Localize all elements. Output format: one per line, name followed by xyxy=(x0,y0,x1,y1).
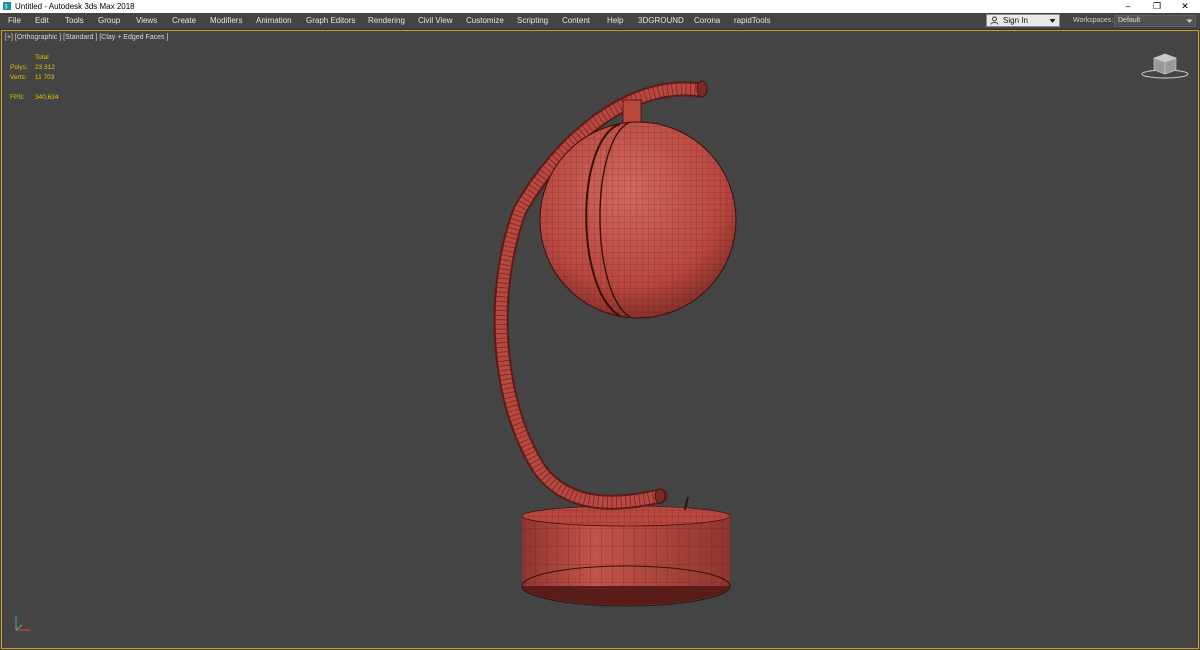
lamp-base[interactable] xyxy=(521,496,731,607)
workspaces-label: Workspaces: xyxy=(1073,17,1114,24)
menu-3dground[interactable]: 3DGROUND xyxy=(638,13,684,29)
stats-fps-label: FPS: xyxy=(10,94,25,101)
window-title: Untitled - Autodesk 3ds Max 2018 xyxy=(15,2,135,11)
menu-customize[interactable]: Customize xyxy=(466,13,504,29)
menu-rendering[interactable]: Rendering xyxy=(368,13,405,29)
menu-animation[interactable]: Animation xyxy=(256,13,292,29)
stats-verts-value: 11 703 xyxy=(35,74,55,81)
stats-polys-label: Polys: xyxy=(10,64,28,71)
sign-in-dropdown[interactable]: Sign In xyxy=(986,14,1060,27)
menu-help[interactable]: Help xyxy=(607,13,623,29)
axis-tripod-icon xyxy=(15,616,30,631)
menu-edit[interactable]: Edit xyxy=(35,13,49,29)
menu-rapidtools[interactable]: rapidTools xyxy=(734,13,770,29)
menu-corona[interactable]: Corona xyxy=(694,13,720,29)
stats-total-label: Total xyxy=(35,54,49,61)
stats-verts-label: Verts: xyxy=(10,74,27,81)
close-button[interactable]: ✕ xyxy=(1170,0,1200,13)
chevron-down-icon xyxy=(1049,19,1056,23)
lamp-shade[interactable] xyxy=(539,121,737,319)
lamp-model[interactable] xyxy=(480,60,760,620)
3ds-max-logo-icon: 3 xyxy=(3,2,11,10)
workspaces-select[interactable]: Default xyxy=(1114,15,1196,27)
viewcube-icon[interactable] xyxy=(1140,50,1190,80)
viewport-label-menu[interactable]: [+] [Orthographic ] [Standard ] [Clay + … xyxy=(5,34,168,41)
menu-content[interactable]: Content xyxy=(562,13,590,29)
menu-group[interactable]: Group xyxy=(98,13,120,29)
menu-graph-editors[interactable]: Graph Editors xyxy=(306,13,355,29)
stats-polys-value: 23 312 xyxy=(35,64,55,71)
workspaces-value: Default xyxy=(1118,17,1141,24)
menu-modifiers[interactable]: Modifiers xyxy=(210,13,242,29)
sign-in-label: Sign In xyxy=(1003,16,1028,25)
menu-civil-view[interactable]: Civil View xyxy=(418,13,453,29)
menu-file[interactable]: File xyxy=(8,13,21,29)
chevron-down-icon xyxy=(1186,19,1193,23)
menu-tools[interactable]: Tools xyxy=(65,13,84,29)
user-icon xyxy=(990,16,999,25)
title-bar: 3 Untitled - Autodesk 3ds Max 2018 – ❐ ✕ xyxy=(0,0,1200,13)
maximize-button[interactable]: ❐ xyxy=(1142,0,1172,13)
menu-create[interactable]: Create xyxy=(172,13,196,29)
menu-scripting[interactable]: Scripting xyxy=(517,13,548,29)
stats-fps-value: 340,634 xyxy=(35,94,59,101)
menu-views[interactable]: Views xyxy=(136,13,157,29)
minimize-button[interactable]: – xyxy=(1113,0,1143,13)
